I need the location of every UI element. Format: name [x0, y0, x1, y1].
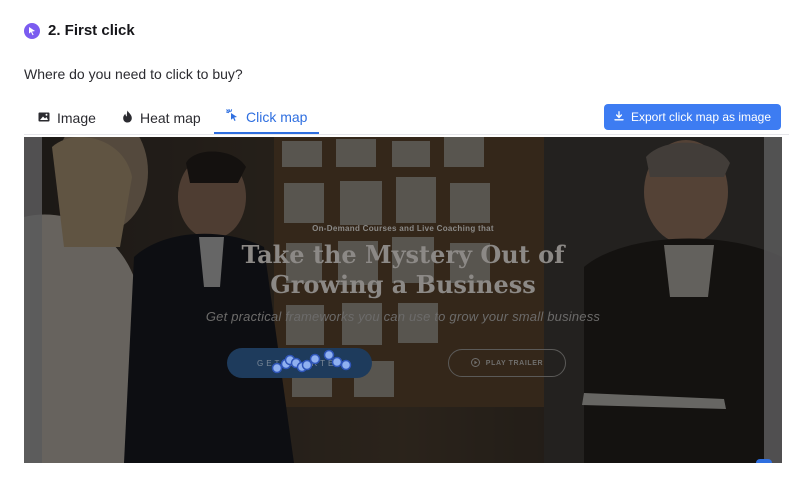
- export-click-map-button[interactable]: Export click map as image: [604, 104, 781, 130]
- export-button-label: Export click map as image: [630, 110, 772, 124]
- click-marker: [271, 362, 283, 374]
- tab-image[interactable]: Image: [38, 102, 96, 134]
- click-marker: [340, 359, 352, 371]
- tab-heat-map-label: Heat map: [140, 110, 201, 126]
- click-marker: [309, 353, 321, 365]
- click-marker: [331, 356, 343, 368]
- corner-indicator: [756, 459, 772, 463]
- question-prompt: Where do you need to click to buy?: [24, 66, 243, 82]
- question-header: 2. First click: [24, 22, 135, 39]
- flame-icon: [122, 110, 133, 126]
- click-marker: [301, 359, 313, 371]
- click-marker: [323, 349, 335, 361]
- question-title: 2. First click: [48, 22, 135, 39]
- cursor-click-icon: [24, 22, 40, 39]
- download-icon: [614, 110, 624, 124]
- tab-click-map-label: Click map: [246, 109, 308, 125]
- click-markers-layer: [271, 349, 352, 374]
- image-icon: [38, 110, 50, 126]
- cursor-click-icon: [225, 108, 239, 125]
- click-map-canvas: On-Demand Courses and Live Coaching that…: [24, 137, 782, 463]
- tab-image-label: Image: [57, 110, 96, 126]
- tab-click-map[interactable]: Click map: [214, 102, 320, 134]
- tab-heat-map[interactable]: Heat map: [122, 102, 201, 134]
